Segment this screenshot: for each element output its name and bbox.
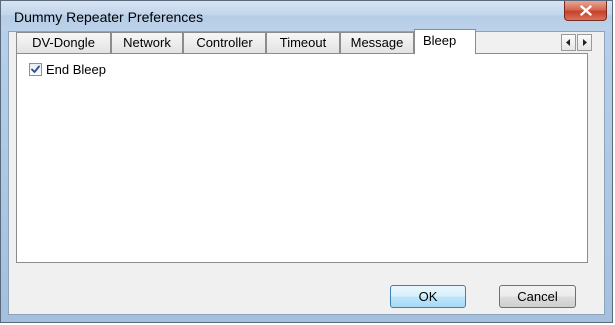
- tab-timeout[interactable]: Timeout: [266, 32, 340, 53]
- end-bleep-option[interactable]: End Bleep: [29, 62, 106, 77]
- close-icon: [579, 5, 592, 16]
- checkmark-icon: [31, 65, 40, 73]
- tab-scroll-left-button[interactable]: [561, 34, 576, 51]
- tab-bleep[interactable]: Bleep: [414, 29, 476, 54]
- cancel-button[interactable]: Cancel: [499, 285, 576, 308]
- tab-controller[interactable]: Controller: [183, 32, 266, 53]
- tab-message[interactable]: Message: [340, 32, 414, 53]
- tab-label: Timeout: [279, 35, 327, 50]
- end-bleep-label: End Bleep: [46, 62, 106, 77]
- window-title: Dummy Repeater Preferences: [14, 9, 204, 25]
- tab-label: DV-Dongle: [32, 35, 95, 50]
- bleep-panel: End Bleep: [16, 53, 588, 263]
- tab-dv-dongle[interactable]: DV-Dongle: [16, 32, 111, 53]
- arrow-right-icon: [583, 39, 587, 46]
- tab-label: Bleep: [423, 33, 457, 48]
- close-button[interactable]: [564, 1, 607, 21]
- tab-network[interactable]: Network: [111, 32, 183, 53]
- arrow-left-icon: [566, 39, 570, 46]
- tab-scroll-right-button[interactable]: [577, 34, 592, 51]
- tab-label: Controller: [196, 35, 253, 50]
- title-bar[interactable]: Dummy Repeater Preferences: [1, 1, 612, 31]
- ok-button[interactable]: OK: [390, 285, 466, 308]
- tab-label: Network: [123, 35, 171, 50]
- tab-label: Message: [350, 35, 404, 50]
- tab-strip: DV-Dongle Network Controller Timeout Mes…: [16, 29, 592, 54]
- end-bleep-checkbox[interactable]: [29, 63, 42, 76]
